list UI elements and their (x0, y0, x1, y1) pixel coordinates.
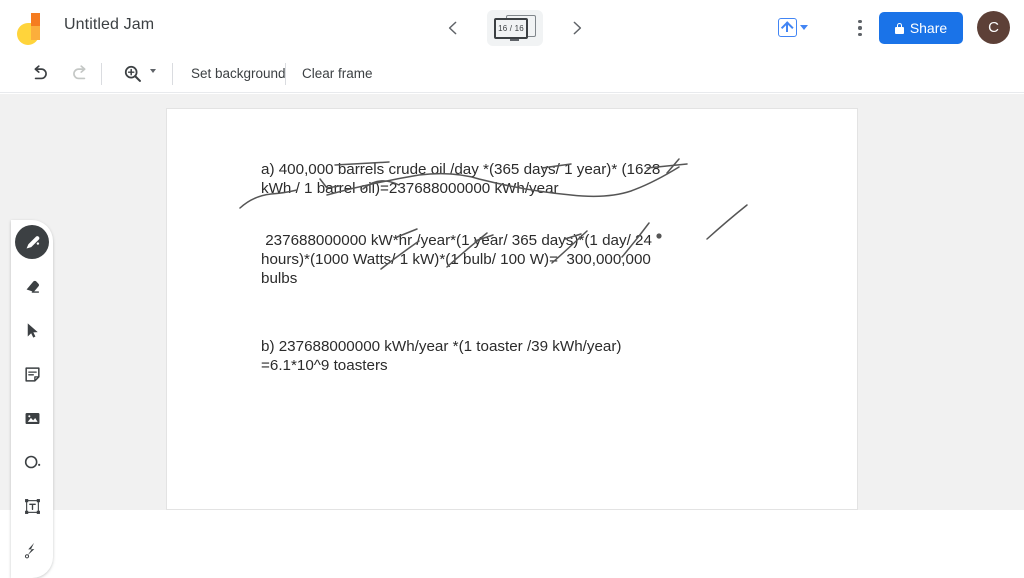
select-tool[interactable] (15, 313, 49, 347)
redo-button[interactable] (65, 58, 95, 88)
export-upload-icon (778, 18, 797, 37)
zoom-caret-icon[interactable] (150, 69, 156, 73)
text-box-tool[interactable] (15, 489, 49, 523)
frame-counter-label: 16 / 16 (494, 18, 528, 39)
canvas-text-block-b[interactable]: b) 237688000000 kWh/year *(1 toaster /39… (261, 337, 691, 375)
canvas-text-block-bulbs[interactable]: 237688000000 kW*hr /year*(1 year/ 365 da… (261, 231, 691, 288)
avatar[interactable]: C (977, 11, 1010, 44)
toolbar-divider (285, 63, 286, 85)
next-frame-button[interactable] (564, 15, 590, 41)
clear-frame-button[interactable]: Clear frame (302, 66, 373, 81)
chevron-left-icon (448, 21, 457, 35)
pen-tool[interactable] (15, 225, 49, 259)
logo-bar-bottom-shape (31, 26, 40, 40)
edit-toolbar: Set background Clear frame (0, 55, 1024, 93)
tool-panel (11, 220, 53, 578)
canvas-text-block-a[interactable]: a) 400,000 barrels crude oil /day *(365 … (261, 160, 691, 198)
frame-navigator: 16 / 16 (440, 8, 590, 48)
circle-shape-icon (24, 455, 41, 469)
previous-frame-button[interactable] (440, 15, 466, 41)
kebab-dot (858, 19, 862, 24)
jam-canvas[interactable]: a) 400,000 barrels crude oil /day *(365 … (166, 108, 858, 510)
top-app-bar: Untitled Jam 16 / 16 Share C (0, 0, 1024, 55)
laser-pointer-icon (24, 542, 35, 559)
laser-pointer-tool[interactable] (15, 533, 49, 567)
pen-icon (26, 235, 39, 248)
jamboard-logo-icon[interactable] (17, 9, 53, 45)
undo-icon (33, 64, 47, 79)
sticky-note-icon (24, 366, 40, 382)
image-icon (25, 412, 39, 424)
caret-down-icon[interactable] (800, 25, 808, 30)
text-box-icon (24, 498, 40, 514)
sticky-note-tool[interactable] (15, 357, 49, 391)
toolbar-divider (101, 63, 102, 85)
redo-icon (72, 64, 86, 79)
zoom-button[interactable] (117, 58, 147, 88)
eraser-icon (26, 280, 39, 293)
more-options-button[interactable] (852, 14, 868, 42)
shape-tool[interactable] (15, 445, 49, 479)
share-button-label: Share (909, 20, 948, 36)
frame-stand-shape (510, 39, 519, 41)
image-tool[interactable] (15, 401, 49, 435)
share-button[interactable]: Share (879, 12, 963, 44)
zoom-in-icon (124, 65, 141, 82)
lock-body-shape (894, 27, 904, 34)
jam-title[interactable]: Untitled Jam (64, 16, 154, 34)
set-background-button[interactable]: Set background (191, 66, 286, 81)
undo-button[interactable] (24, 58, 54, 88)
export-present-button[interactable] (774, 12, 820, 43)
cursor-arrow-icon (27, 322, 38, 338)
logo-bar-top-shape (31, 13, 40, 26)
chevron-right-icon (573, 21, 582, 35)
toolbar-divider (172, 63, 173, 85)
kebab-dot (858, 32, 862, 37)
eraser-tool[interactable] (15, 269, 49, 303)
workspace-area: a) 400,000 barrels crude oil /day *(365 … (0, 94, 1024, 578)
lock-icon (894, 22, 904, 34)
kebab-dot (858, 26, 862, 30)
frame-counter-button[interactable]: 16 / 16 (487, 10, 543, 46)
